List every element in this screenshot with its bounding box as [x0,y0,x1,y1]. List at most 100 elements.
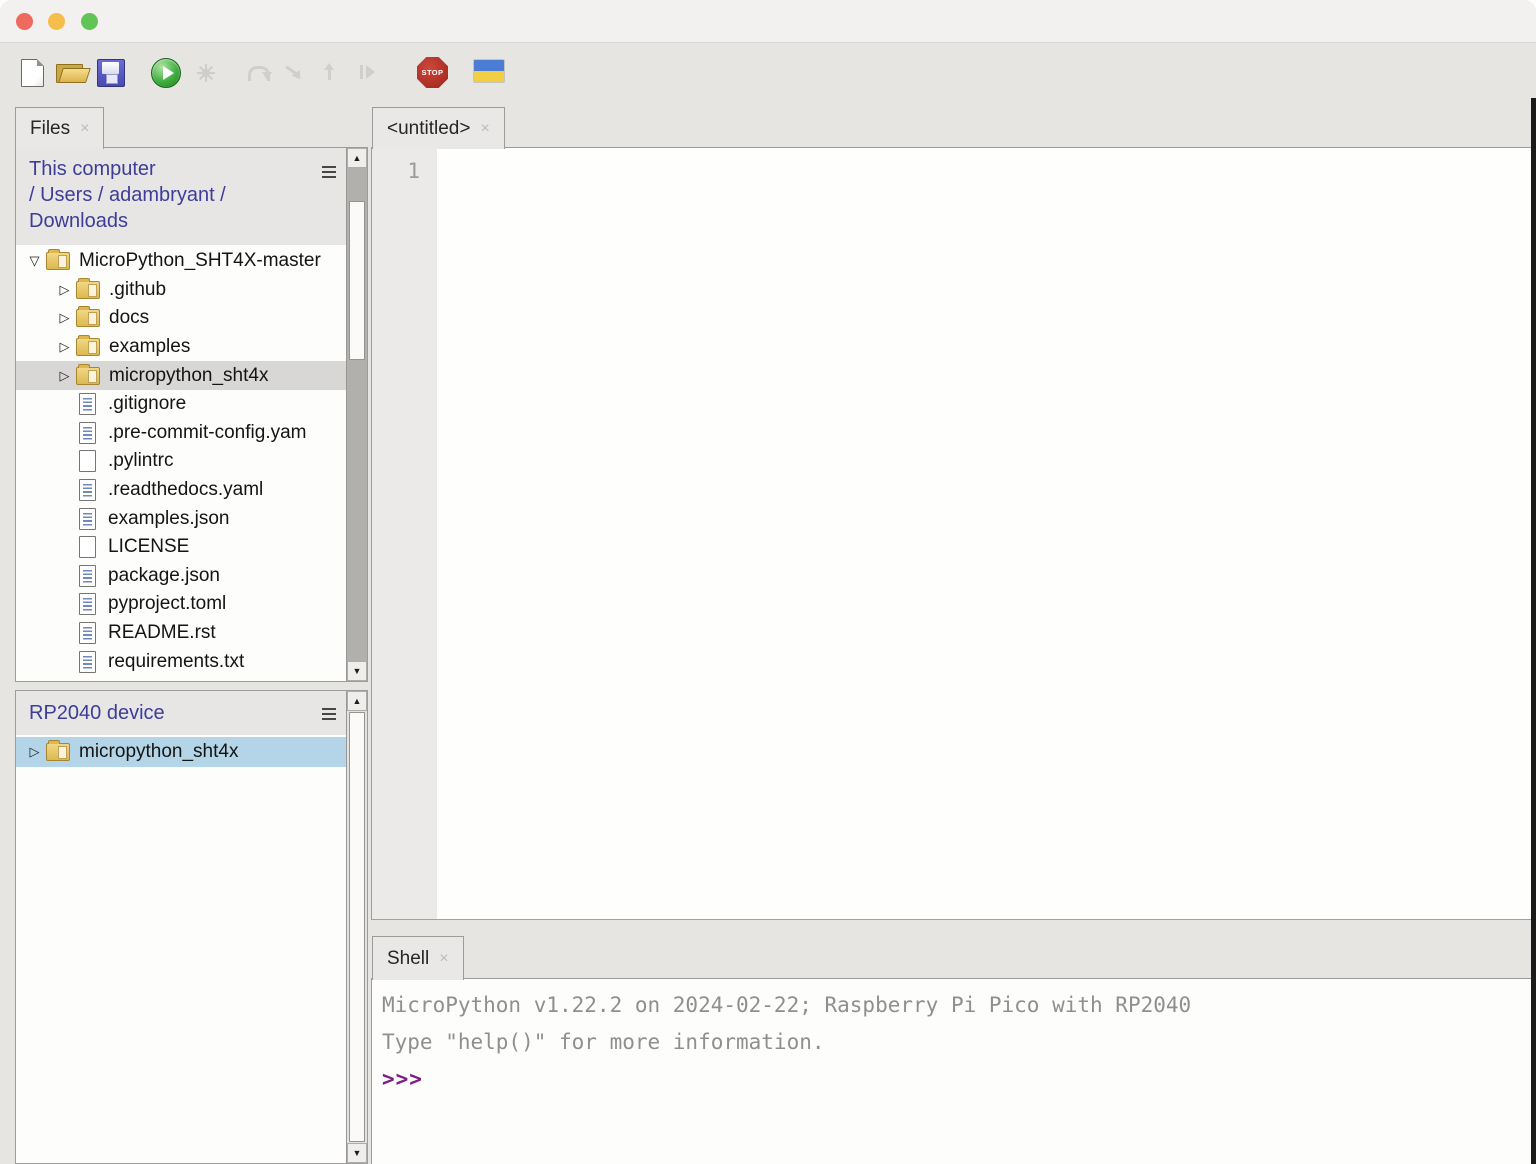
expand-icon[interactable]: ▷ [23,744,46,760]
toolbar: STOP [0,43,1536,100]
close-tab-icon[interactable] [480,121,489,137]
tree-item-label: LICENSE [108,536,189,558]
breadcrumb[interactable]: This computer/ Users / adambryant /Downl… [29,156,367,234]
tree-item-label: pyproject.toml [108,593,226,615]
hamburger-menu-icon[interactable] [322,708,336,720]
tree-item[interactable]: .pylintrc [16,447,346,476]
tree-item[interactable]: ▷ docs [16,304,346,333]
save-file-button[interactable] [97,59,125,87]
tree-item-label: requirements.txt [108,651,244,673]
ukraine-flag-icon [474,60,504,82]
tree-item[interactable]: pyproject.toml [16,590,346,619]
scroll-down-button[interactable] [347,661,367,681]
scrollbar-thumb[interactable] [349,201,365,360]
tree-item[interactable]: ▷ examples [16,333,346,362]
tree-item-label: .pylintrc [108,450,173,472]
zoom-window-button[interactable] [81,13,98,30]
file-icon [79,593,96,615]
files-scrollbar[interactable] [346,148,367,681]
file-icon [79,622,96,644]
editor-tabbar-border [371,147,1536,148]
step-over-icon [246,64,272,80]
breadcrumb-line[interactable]: This computer [29,156,367,182]
close-tab-icon[interactable] [439,951,448,967]
shell-output-line: Type "help()" for more information. [382,1024,1536,1061]
line-number-gutter: 1 [372,148,437,919]
app-window: STOP Files This computer/ Users / adambr… [0,0,1536,1164]
tree-item[interactable]: .readthedocs.yaml [16,476,346,505]
device-panel-header: RP2040 device [16,691,367,735]
tree-item[interactable]: package.json [16,562,346,591]
folder-icon [76,309,100,327]
expand-icon[interactable]: ▷ [53,282,76,298]
open-file-button[interactable] [56,62,86,84]
tree-item-label: examples.json [108,508,229,530]
tree-item[interactable]: README.rst [16,619,346,648]
tree-item-label: README.rst [108,622,216,644]
run-script-button[interactable] [151,58,181,88]
tree-item[interactable]: .gitignore [16,390,346,419]
titlebar[interactable] [0,0,1536,43]
tree-item[interactable]: ▽MicroPython_SHT4X-master [16,247,346,276]
close-tab-icon[interactable] [80,121,89,137]
tree-item-label: package.json [108,565,220,587]
save-file-icon [97,59,125,87]
step-into-button [284,64,304,80]
line-number: 1 [372,157,437,185]
tree-item[interactable]: requirements.txt [16,647,346,676]
tree-item[interactable]: ▷ micropython_sht4x [16,361,346,390]
code-editor[interactable]: 1 [371,148,1536,920]
close-window-button[interactable] [16,13,33,30]
stop-restart-button[interactable]: STOP [417,57,448,88]
tree-item[interactable]: examples.json [16,504,346,533]
scroll-up-button[interactable] [347,148,367,168]
scrollbar-thumb[interactable] [349,712,365,1142]
folder-icon [76,338,100,356]
expand-icon[interactable]: ▷ [53,368,76,384]
files-tree: ▽MicroPython_SHT4X-master ▷ .github ▷ docs ▷ e… [16,245,346,681]
open-file-icon [56,62,86,84]
tree-item-label: .gitignore [108,393,186,415]
step-into-icon [284,64,304,80]
expand-icon[interactable]: ▷ [53,339,76,355]
debug-script-button [197,64,215,82]
tab-shell-label: Shell [387,948,429,970]
screen-edge [1531,98,1536,1164]
breadcrumb-line[interactable]: / Users / adambryant / [29,182,367,208]
tree-item-label: .github [109,279,166,301]
device-scrollbar[interactable] [346,691,367,1163]
expand-icon[interactable]: ▷ [53,310,76,326]
step-over-button [246,64,272,80]
tree-item[interactable]: ▷micropython_sht4x [16,737,346,767]
hamburger-menu-icon[interactable] [322,166,336,178]
scroll-up-button[interactable] [347,691,367,711]
debug-script-icon [197,64,215,82]
screenshot-root: STOP Files This computer/ Users / adambr… [0,0,1536,1164]
scroll-down-button[interactable] [347,1143,367,1163]
shell-output[interactable]: MicroPython v1.22.2 on 2024-02-22; Raspb… [371,979,1536,1164]
shell-prompt[interactable]: >>> [382,1061,1536,1098]
device-tree: ▷micropython_sht4x [16,735,346,1163]
tab-shell[interactable]: Shell [372,936,464,980]
new-file-button[interactable] [21,59,44,87]
tree-item-label: docs [109,307,149,329]
resume-icon [358,63,376,81]
collapse-icon[interactable]: ▽ [23,253,46,269]
ukraine-flag-button[interactable] [474,60,504,82]
tab-files-label: Files [30,118,70,140]
shell-output-line: MicroPython v1.22.2 on 2024-02-22; Raspb… [382,987,1536,1024]
minimize-window-button[interactable] [48,13,65,30]
device-panel: RP2040 device ▷micropython_sht4x [15,690,368,1164]
breadcrumb-line[interactable]: Downloads [29,208,367,234]
new-file-icon [21,59,44,87]
tree-item-label: micropython_sht4x [109,365,268,387]
tree-item[interactable]: LICENSE [16,533,346,562]
tab-files[interactable]: Files [15,107,104,149]
tree-item[interactable]: ▷ .github [16,276,346,305]
tree-item[interactable]: .pre-commit-config.yam [16,419,346,448]
tab-editor-untitled[interactable]: <untitled> [372,107,505,149]
folder-icon [46,252,70,270]
tree-item-label: examples [109,336,190,358]
file-icon [79,393,96,415]
files-panel-header: This computer/ Users / adambryant /Downl… [16,148,367,245]
